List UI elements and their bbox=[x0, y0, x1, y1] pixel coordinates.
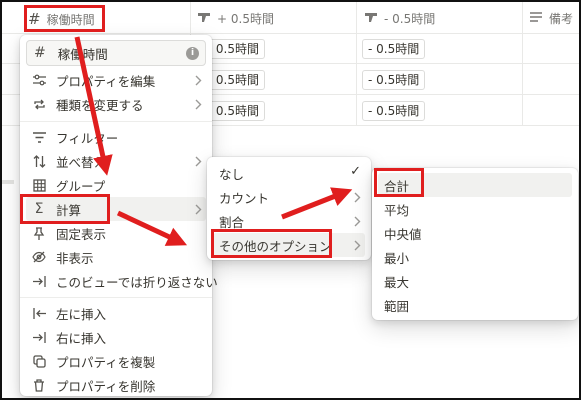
chevron-right-icon bbox=[195, 74, 202, 89]
column-header-label: 備考 bbox=[549, 12, 574, 26]
menu-item-duplicate[interactable]: プロパティを複製 bbox=[26, 349, 206, 373]
menu-item-calculate[interactable]: Σ 計算 bbox=[26, 197, 206, 221]
column-header-label: + 0.5時間 bbox=[217, 12, 274, 26]
menu-item-label: プロパティを複製 bbox=[56, 354, 156, 370]
calc-item-none[interactable]: なし ✓ bbox=[213, 161, 365, 185]
text-lines-icon bbox=[529, 11, 543, 26]
no-wrap-icon bbox=[32, 274, 46, 288]
column-header-notes[interactable]: 備考 bbox=[529, 10, 573, 27]
column-header-plus[interactable]: + 0.5時間 bbox=[197, 10, 274, 27]
option-max[interactable]: 最大 bbox=[378, 269, 572, 293]
menu-item-label: 最小 bbox=[384, 250, 410, 266]
property-menu: # 稼働時間 i プロパティを編集 種類を変更する フィルター 並べ替え グルー… bbox=[20, 35, 218, 397]
menu-item-label: このビューでは折り返さない bbox=[56, 274, 218, 290]
menu-item-label: 最大 bbox=[384, 274, 410, 290]
menu-item-label: 平均 bbox=[384, 202, 410, 218]
menu-item-pin[interactable]: 固定表示 bbox=[26, 221, 206, 245]
repeat-icon bbox=[32, 97, 46, 111]
more-options-submenu: 合計 平均 中央値 最小 最大 範囲 bbox=[372, 168, 578, 320]
calc-item-count[interactable]: カウント bbox=[213, 185, 365, 209]
menu-item-hide[interactable]: 非表示 bbox=[26, 245, 206, 269]
filter-icon bbox=[32, 130, 46, 144]
insert-right-icon bbox=[32, 330, 46, 344]
formula-icon bbox=[197, 11, 211, 26]
menu-item-label: 左に挿入 bbox=[56, 306, 107, 322]
insert-left-icon bbox=[32, 306, 46, 320]
menu-item-insert-right[interactable]: 右に挿入 bbox=[26, 325, 206, 349]
sort-icon bbox=[32, 154, 46, 168]
menu-item-label: 種類を変更する bbox=[56, 97, 144, 113]
menu-divider bbox=[20, 121, 212, 122]
menu-item-label: その他のオプション bbox=[219, 238, 332, 254]
menu-item-no-wrap[interactable]: このビューでは折り返さない bbox=[26, 269, 218, 293]
menu-item-label: プロパティを編集 bbox=[56, 73, 156, 89]
option-sum[interactable]: 合計 bbox=[378, 173, 572, 197]
menu-item-delete[interactable]: プロパティを削除 bbox=[26, 373, 206, 397]
menu-item-insert-left[interactable]: 左に挿入 bbox=[26, 301, 206, 325]
menu-item-label: カウント bbox=[219, 190, 270, 206]
column-header-label: 稼働時間 bbox=[46, 12, 95, 27]
column-header-label: - 0.5時間 bbox=[384, 12, 436, 26]
chevron-right-icon bbox=[354, 215, 361, 230]
menu-divider bbox=[20, 297, 212, 298]
column-divider bbox=[356, 2, 357, 126]
row-handle bbox=[2, 180, 14, 184]
minus-cell[interactable]: - 0.5時間 bbox=[362, 101, 426, 121]
menu-item-label: プロパティを削除 bbox=[56, 378, 156, 394]
menu-item-label: 非表示 bbox=[56, 250, 94, 266]
eye-off-icon bbox=[32, 250, 46, 264]
property-name-value: 稼働時間 bbox=[57, 46, 108, 62]
chevron-right-icon bbox=[195, 203, 202, 218]
trash-icon bbox=[32, 378, 46, 392]
formula-icon bbox=[364, 11, 378, 26]
menu-item-edit-property[interactable]: プロパティを編集 bbox=[26, 68, 206, 92]
menu-item-label: 中央値 bbox=[384, 226, 422, 242]
option-min[interactable]: 最小 bbox=[378, 245, 572, 269]
menu-item-label: 計算 bbox=[56, 202, 82, 218]
column-divider bbox=[522, 2, 523, 126]
menu-item-label: 範囲 bbox=[384, 298, 410, 314]
calc-item-more-options[interactable]: その他のオプション bbox=[213, 233, 365, 257]
menu-item-label: なし bbox=[219, 166, 245, 182]
property-name-field[interactable]: # 稼働時間 i bbox=[26, 40, 206, 66]
menu-item-label: 右に挿入 bbox=[56, 330, 107, 346]
column-header-minus[interactable]: - 0.5時間 bbox=[364, 10, 435, 27]
menu-item-label: 並べ替え bbox=[56, 154, 107, 170]
menu-item-label: フィルター bbox=[56, 130, 119, 146]
hash-icon: # bbox=[28, 10, 41, 28]
menu-item-group[interactable]: グループ bbox=[26, 173, 206, 197]
checkmark-icon: ✓ bbox=[350, 164, 361, 179]
grid-icon bbox=[32, 178, 46, 192]
menu-item-change-type[interactable]: 種類を変更する bbox=[26, 92, 206, 116]
chevron-right-icon bbox=[354, 239, 361, 254]
sliders-icon bbox=[32, 73, 46, 87]
column-header-work-hours[interactable]: # 稼働時間 bbox=[28, 10, 95, 28]
menu-item-filter[interactable]: フィルター bbox=[26, 125, 206, 149]
menu-item-label: 割合 bbox=[219, 214, 245, 230]
table-header: # 稼働時間 + 0.5時間 - 0.5時間 備考 bbox=[2, 2, 579, 34]
duplicate-icon bbox=[32, 354, 46, 368]
pin-icon bbox=[32, 226, 46, 240]
option-range[interactable]: 範囲 bbox=[378, 293, 572, 317]
chevron-right-icon bbox=[195, 98, 202, 113]
calculate-submenu: なし ✓ カウント 割合 その他のオプション bbox=[207, 157, 371, 260]
calc-item-percent[interactable]: 割合 bbox=[213, 209, 365, 233]
menu-item-label: 合計 bbox=[384, 178, 410, 194]
menu-item-sort[interactable]: 並べ替え bbox=[26, 149, 206, 173]
hash-icon: # bbox=[34, 45, 46, 61]
minus-cell[interactable]: - 0.5時間 bbox=[362, 39, 426, 59]
menu-item-label: グループ bbox=[56, 178, 106, 194]
option-median[interactable]: 中央値 bbox=[378, 221, 572, 245]
menu-item-label: 固定表示 bbox=[56, 226, 107, 242]
info-icon[interactable]: i bbox=[186, 47, 199, 60]
minus-cell[interactable]: - 0.5時間 bbox=[362, 70, 426, 90]
option-average[interactable]: 平均 bbox=[378, 197, 572, 221]
sigma-icon: Σ bbox=[34, 201, 44, 217]
chevron-right-icon bbox=[354, 191, 361, 206]
chevron-right-icon bbox=[195, 155, 202, 170]
